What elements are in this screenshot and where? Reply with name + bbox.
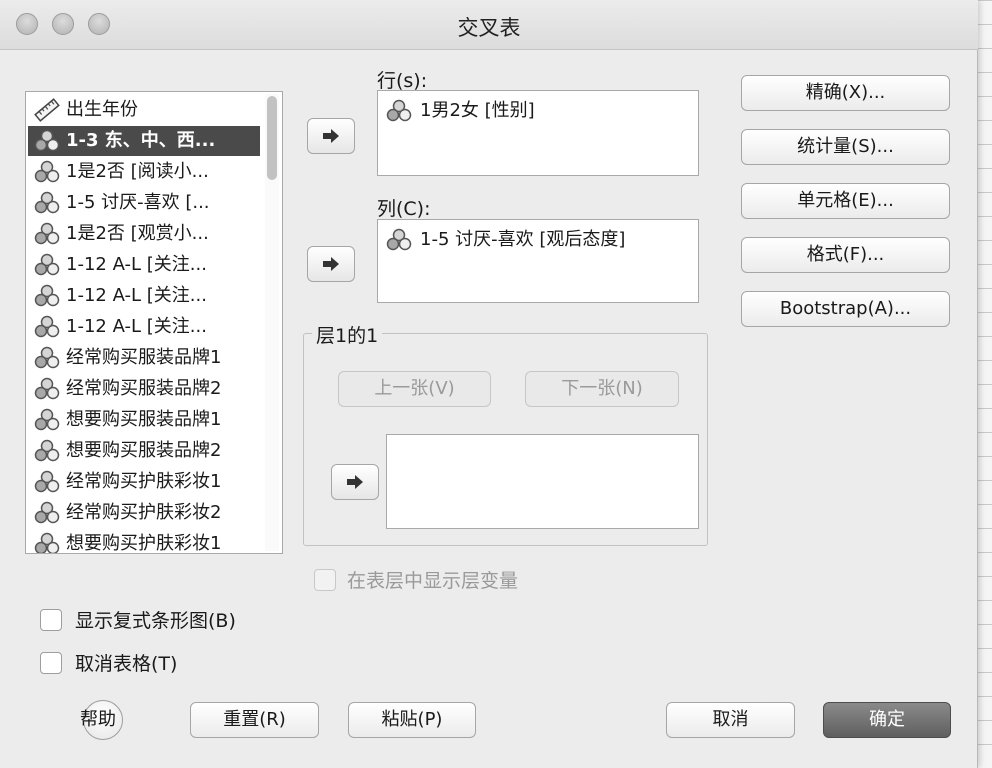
rows-item[interactable]: 1男2女 [性别] xyxy=(386,97,535,125)
suppress-tables-checkbox[interactable] xyxy=(40,652,62,674)
variable-label: 想要购买护肤彩妆1 xyxy=(66,533,222,554)
variable-label: 1-12 A-L [关注... xyxy=(66,316,207,337)
move-to-layer-button[interactable] xyxy=(331,464,379,500)
variable-list-item[interactable]: 1-12 A-L [关注... xyxy=(28,250,260,280)
statistics-button[interactable]: 统计量(S)... xyxy=(741,129,950,165)
nominal-variable-icon xyxy=(34,191,60,214)
variable-label: 经常购买服装品牌1 xyxy=(66,347,222,368)
columns-item-label: 1-5 讨厌-喜欢 [观后态度] xyxy=(420,229,626,250)
suppress-tables-label: 取消表格(T) xyxy=(75,653,178,675)
variable-list-item[interactable]: 1是2否 [阅读小... xyxy=(28,157,260,187)
rows-box[interactable]: 1男2女 [性别] xyxy=(377,90,699,176)
next-layer-button[interactable]: 下一张(N) xyxy=(525,371,679,407)
help-button[interactable]: 帮助 xyxy=(76,700,120,740)
variable-label: 1-12 A-L [关注... xyxy=(66,254,207,275)
columns-label: 列(C): xyxy=(377,198,431,220)
nominal-variable-icon xyxy=(34,315,60,338)
variable-list-item[interactable]: 想要购买护肤彩妆1 xyxy=(28,529,260,554)
variable-label: 1-12 A-L [关注... xyxy=(66,285,207,306)
nominal-variable-icon xyxy=(34,222,60,245)
right-arrow-icon xyxy=(323,257,339,271)
variable-list-item[interactable]: 想要购买服装品牌2 xyxy=(28,436,260,466)
rows-item-label: 1男2女 [性别] xyxy=(420,100,535,121)
variable-label: 想要购买服装品牌1 xyxy=(66,409,222,430)
variable-label: 1是2否 [阅读小... xyxy=(66,161,209,182)
variable-label: 出生年份 xyxy=(66,99,138,120)
nominal-variable-icon xyxy=(386,99,412,122)
columns-item[interactable]: 1-5 讨厌-喜欢 [观后态度] xyxy=(386,226,625,254)
previous-layer-button[interactable]: 上一张(V) xyxy=(338,371,491,407)
variable-list-item[interactable]: 1-12 A-L [关注... xyxy=(28,281,260,311)
right-arrow-icon xyxy=(323,129,339,143)
format-button[interactable]: 格式(F)... xyxy=(741,237,950,273)
layer-label: 层1的1 xyxy=(312,321,383,348)
variable-label: 经常购买护肤彩妆1 xyxy=(66,471,222,492)
nominal-variable-icon xyxy=(34,470,60,493)
cancel-button[interactable]: 取消 xyxy=(666,702,795,738)
variable-list-item[interactable]: 想要购买服装品牌1 xyxy=(28,405,260,435)
exact-button[interactable]: 精确(X)... xyxy=(741,75,950,111)
scrollbar-thumb[interactable] xyxy=(267,96,277,180)
paste-button[interactable]: 粘贴(P) xyxy=(348,702,476,738)
clustered-bar-label: 显示复式条形图(B) xyxy=(75,610,236,632)
ok-button[interactable]: 确定 xyxy=(823,702,951,738)
variable-list-item[interactable]: 经常购买护肤彩妆1 xyxy=(28,467,260,497)
reset-button[interactable]: 重置(R) xyxy=(190,702,319,738)
nominal-variable-icon xyxy=(34,346,60,369)
variable-label: 经常购买护肤彩妆2 xyxy=(66,502,222,523)
title-bar: 交叉表 xyxy=(0,0,978,50)
nominal-variable-icon xyxy=(34,408,60,431)
cells-button[interactable]: 单元格(E)... xyxy=(741,183,950,219)
nominal-variable-icon xyxy=(34,284,60,307)
variable-label: 经常购买服装品牌2 xyxy=(66,378,222,399)
variable-list-item[interactable]: 1-5 讨厌-喜欢 [... xyxy=(28,188,260,218)
source-variable-list[interactable]: 出生年份 1-3 东、中、西... 1是2否 [阅读小... 1-5 讨厌-喜欢 [.… xyxy=(25,91,283,554)
show-layer-variables-label: 在表层中显示层变量 xyxy=(347,570,519,592)
window-title: 交叉表 xyxy=(457,16,521,40)
nominal-variable-icon xyxy=(34,439,60,462)
variable-list-item[interactable]: 经常购买服装品牌2 xyxy=(28,374,260,404)
variable-list-item[interactable]: 1-12 A-L [关注... xyxy=(28,312,260,342)
variable-list-item[interactable]: 出生年份 xyxy=(28,95,260,125)
show-layer-variables-checkbox[interactable] xyxy=(314,569,336,591)
move-to-columns-button[interactable] xyxy=(307,246,355,282)
variable-label: 1-3 东、中、西... xyxy=(66,130,216,151)
variable-list-scrollbar[interactable] xyxy=(265,94,279,551)
nominal-variable-icon xyxy=(34,532,60,553)
variable-list-item[interactable]: 1是2否 [观赏小... xyxy=(28,219,260,249)
ruler-icon xyxy=(34,98,60,122)
clustered-bar-checkbox[interactable] xyxy=(40,609,62,631)
variable-list-item[interactable]: 1-3 东、中、西... xyxy=(28,126,260,156)
variable-label: 1-5 讨厌-喜欢 [... xyxy=(66,192,210,213)
nominal-variable-icon xyxy=(386,228,412,251)
crosstabs-dialog: 交叉表 出生年份 1-3 东、中、西... 1是2否 [阅读小... 1-5 讨厌-喜… xyxy=(0,0,978,768)
variable-list-item[interactable]: 经常购买护肤彩妆2 xyxy=(28,498,260,528)
variable-label: 想要购买服装品牌2 xyxy=(66,440,222,461)
variable-list-item[interactable]: 经常购买服装品牌1 xyxy=(28,343,260,373)
right-arrow-icon xyxy=(347,475,363,489)
nominal-variable-icon xyxy=(34,501,60,524)
nominal-variable-icon xyxy=(34,129,60,152)
columns-box[interactable]: 1-5 讨厌-喜欢 [观后态度] xyxy=(377,219,699,303)
nominal-variable-icon xyxy=(34,253,60,276)
rows-label: 行(s): xyxy=(377,70,428,92)
move-to-rows-button[interactable] xyxy=(307,118,355,154)
nominal-variable-icon xyxy=(34,160,60,183)
variable-label: 1是2否 [观赏小... xyxy=(66,223,209,244)
layer-box[interactable] xyxy=(386,434,699,529)
nominal-variable-icon xyxy=(34,377,60,400)
bootstrap-button[interactable]: Bootstrap(A)... xyxy=(741,291,950,327)
